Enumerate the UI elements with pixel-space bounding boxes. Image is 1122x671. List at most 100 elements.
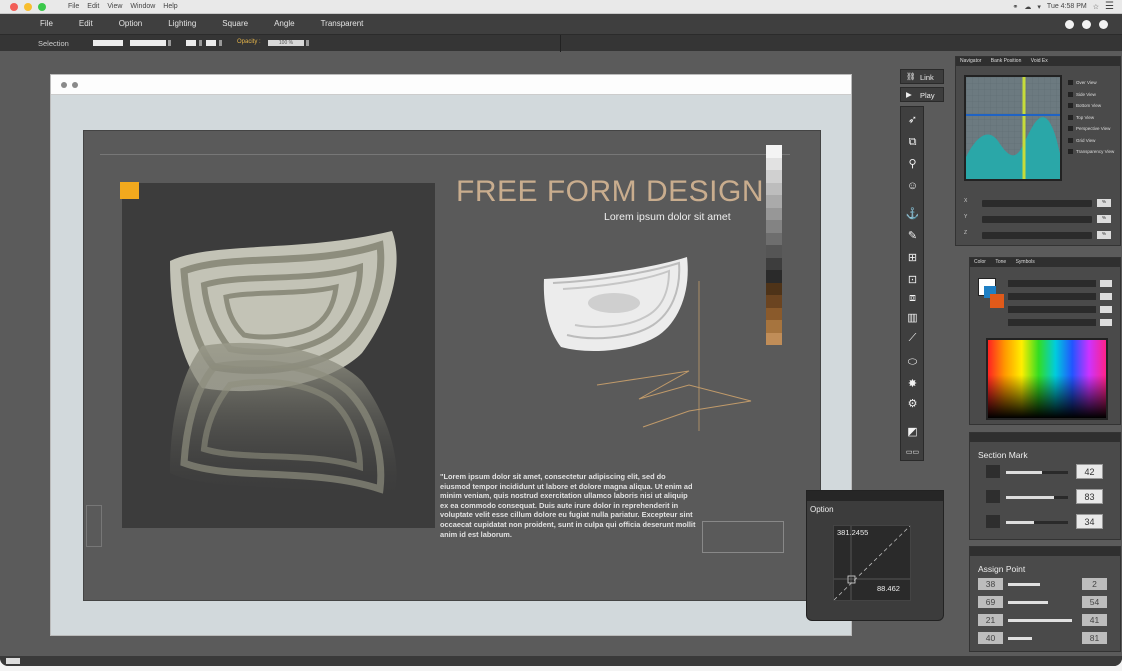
tab-navigator[interactable]: Navigator <box>956 57 985 65</box>
window-dot-button[interactable] <box>1099 20 1108 29</box>
view-item[interactable]: Top View <box>1068 112 1114 124</box>
status-toggle[interactable] <box>6 658 20 664</box>
users-icon[interactable]: ☺ <box>905 179 920 194</box>
document-minimize-button[interactable] <box>72 82 78 88</box>
color-slider[interactable] <box>1008 306 1096 313</box>
tone-swatch[interactable] <box>766 157 782 170</box>
os-menu-edit[interactable]: Edit <box>87 3 99 10</box>
color-swap-icon[interactable]: ◩ <box>905 425 920 440</box>
color-value-box[interactable] <box>1100 306 1112 313</box>
view-item[interactable]: Grid View <box>1068 135 1114 147</box>
height-field[interactable] <box>206 40 216 46</box>
image-panel[interactable] <box>122 183 435 528</box>
os-menu-window[interactable]: Window <box>130 3 155 10</box>
tab-tone[interactable]: Tone <box>991 258 1010 266</box>
color-value-box[interactable] <box>1100 280 1112 287</box>
color-slider[interactable] <box>1008 293 1096 300</box>
menu-square[interactable]: Square <box>222 19 248 28</box>
os-menu-file[interactable]: File <box>68 3 79 10</box>
grid-icon[interactable]: ⊞ <box>905 251 920 266</box>
frame-icon[interactable]: ⊡ <box>905 273 920 288</box>
navigator-preview[interactable] <box>964 75 1062 181</box>
link-icon[interactable]: ⚭ <box>1013 3 1019 11</box>
menu-angle[interactable]: Angle <box>274 19 294 28</box>
measure-icon[interactable]: ⟋ <box>905 331 920 346</box>
opacity-field[interactable]: 100 % <box>268 40 304 46</box>
tone-swatch[interactable] <box>766 220 782 233</box>
tab-color[interactable]: Color <box>970 258 990 266</box>
menu-lighting[interactable]: Lighting <box>168 19 196 28</box>
section-mark-value[interactable]: 42 <box>1076 464 1103 479</box>
wifi-icon[interactable]: ▾ <box>1037 3 1041 11</box>
tab-bank-position[interactable]: Bank Position <box>987 57 1026 65</box>
stroke-field[interactable] <box>93 40 123 46</box>
tone-swatch[interactable] <box>766 207 782 220</box>
artboard[interactable]: FREE FORM DESIGN Lorem ipsum dolor sit a… <box>83 130 821 601</box>
document-close-button[interactable] <box>61 82 67 88</box>
color-spectrum-picker[interactable] <box>986 338 1108 420</box>
tone-swatch[interactable] <box>766 307 782 320</box>
play-button[interactable]: ▶ Play <box>900 87 944 102</box>
window-dot-button[interactable] <box>1065 20 1074 29</box>
anchor-icon[interactable]: ⚓ <box>905 207 920 222</box>
canvas-body-text[interactable]: "Lorem ipsum dolor sit amet, consectetur… <box>440 472 696 539</box>
menu-edit[interactable]: Edit <box>79 19 93 28</box>
close-window-button[interactable] <box>10 3 18 11</box>
book-icon[interactable]: ▥ <box>905 311 920 326</box>
field-stepper[interactable] <box>199 40 202 46</box>
color-slider[interactable] <box>1008 280 1096 287</box>
tone-swatch[interactable] <box>766 195 782 208</box>
axis-y-slider[interactable]: Y% <box>964 214 1111 226</box>
menu-option[interactable]: Option <box>119 19 143 28</box>
color-slider[interactable] <box>1008 319 1096 326</box>
window-dot-button[interactable] <box>1082 20 1091 29</box>
tone-swatch[interactable] <box>766 270 782 283</box>
tab-void-ex[interactable]: Void Ex <box>1027 57 1052 65</box>
menu-file[interactable]: File <box>40 19 53 28</box>
star-icon[interactable]: ☆ <box>1093 3 1099 11</box>
shapes-icon[interactable]: ⬭ <box>905 355 920 370</box>
swatch-icon[interactable]: ▭▭ <box>905 445 920 460</box>
view-item[interactable]: Transparency View <box>1068 146 1114 158</box>
color-value-box[interactable] <box>1100 293 1112 300</box>
color-value-box[interactable] <box>1100 319 1112 326</box>
layers-icon[interactable]: ⧉ <box>905 135 920 150</box>
star-burst-icon[interactable]: ✸ <box>905 377 920 392</box>
view-item[interactable]: Over View <box>1068 77 1114 89</box>
section-mark-value[interactable]: 83 <box>1076 489 1103 504</box>
link-button[interactable]: ⛓ Link <box>900 69 944 84</box>
field-stepper[interactable] <box>219 40 222 46</box>
tone-swatch[interactable] <box>766 232 782 245</box>
tab-symbols[interactable]: Symbols <box>1012 258 1039 266</box>
view-item[interactable]: Bottom View <box>1068 100 1114 112</box>
width-field[interactable] <box>186 40 196 46</box>
tone-swatch[interactable] <box>766 332 782 345</box>
tone-swatch[interactable] <box>766 295 782 308</box>
gear-icon[interactable]: ⚙ <box>905 397 920 412</box>
section-mark-value[interactable]: 34 <box>1076 514 1103 529</box>
image-icon[interactable]: ⧈ <box>905 291 920 306</box>
axis-x-slider[interactable]: X% <box>964 198 1111 210</box>
tone-swatch[interactable] <box>766 170 782 183</box>
zoom-icon[interactable]: ⚲ <box>905 157 920 172</box>
view-item[interactable]: Perspective View <box>1068 123 1114 135</box>
pointer-icon[interactable]: ➶ <box>905 113 920 128</box>
field-stepper[interactable] <box>306 40 309 46</box>
hamburger-menu-icon[interactable]: ☰ <box>1105 1 1114 12</box>
menu-transparent[interactable]: Transparent <box>321 19 364 28</box>
background-color-swatch[interactable] <box>990 294 1004 308</box>
cloud-icon[interactable]: ☁ <box>1024 3 1031 11</box>
tone-swatch[interactable] <box>766 182 782 195</box>
tone-swatch[interactable] <box>766 245 782 258</box>
zoom-window-button[interactable] <box>38 3 46 11</box>
canvas-subtitle[interactable]: Lorem ipsum dolor sit amet <box>604 211 731 223</box>
os-menu-help[interactable]: Help <box>163 3 177 10</box>
view-item[interactable]: Side View <box>1068 89 1114 101</box>
axis-z-slider[interactable]: Z% <box>964 230 1111 242</box>
field-stepper[interactable] <box>168 40 171 46</box>
tone-swatch[interactable] <box>766 320 782 333</box>
canvas-title[interactable]: FREE FORM DESIGN <box>456 175 764 209</box>
os-menu-view[interactable]: View <box>107 3 122 10</box>
tone-swatch[interactable] <box>766 145 782 158</box>
pen-icon[interactable]: ✎ <box>905 229 920 244</box>
